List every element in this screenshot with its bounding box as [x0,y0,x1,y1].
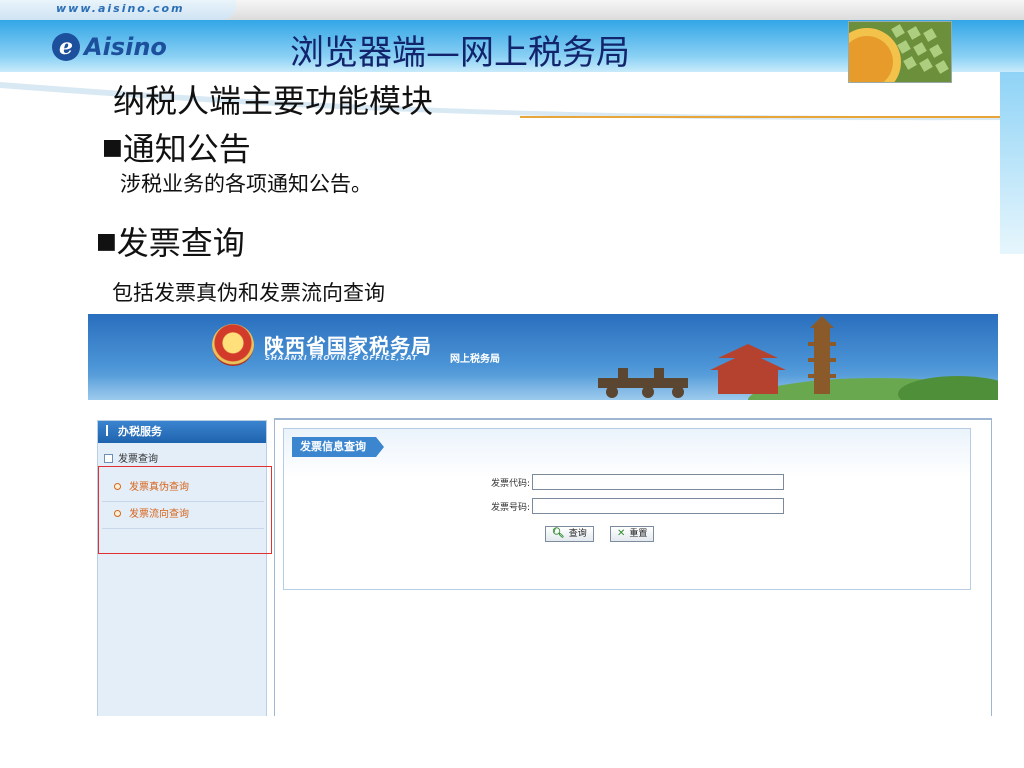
invoice-number-row: 发票号码: [474,497,784,515]
query-button[interactable]: 🔍︎ 查询 [545,526,594,542]
invoice-number-input[interactable] [532,498,784,514]
slide-subtitle: 纳税人端主要功能模块 [113,82,434,120]
site-url: www.aisino.com [56,2,185,15]
bullet-square-icon: ■ [96,229,117,254]
reset-button[interactable]: ✕ 重置 [610,526,655,542]
red-highlight-box [98,466,272,554]
sidebar: 办税服务 发票查询 发票真伪查询 发票流向查询 [97,420,267,716]
banner-landmarks-illustration [598,316,998,400]
bullet-heading-notices: ■通知公告 [102,130,251,168]
aisino-logo-text: Aisino [84,33,167,61]
collapse-box-icon [104,454,113,463]
bullet-text-invoice-query: 包括发票真伪和发票流向查询 [112,281,385,305]
invoice-code-input[interactable] [532,474,784,490]
national-emblem-icon [212,324,254,366]
invoice-number-label: 发票号码: [490,502,530,513]
close-x-icon: ✕ [617,528,626,539]
panel-title: 发票信息查询 [292,437,384,457]
aisino-logo-icon: e [52,33,80,61]
main-content-frame: 发票信息查询 发票代码: 发票号码: 🔍︎ 查询 ✕ 重置 [274,418,992,716]
search-icon: 🔍︎ [552,528,565,539]
app-banner: 陕西省国家税务局 SHAANXI PROVINCE OFFICE,SAT 网上税… [88,314,998,400]
aisino-logo: e Aisino [52,30,167,64]
bullet-text-notices: 涉税业务的各项通知公告。 [120,172,372,196]
slide-title: 浏览器端—网上税务局 [290,33,630,73]
sidebar-header: 办税服务 [98,421,266,443]
tax-bureau-app-screenshot: 陕西省国家税务局 SHAANXI PROVINCE OFFICE,SAT 网上税… [88,314,998,716]
bullet-square-icon: ■ [102,135,123,160]
invoice-code-label: 发票代码: [490,478,530,489]
bureau-english-name: SHAANXI PROVINCE OFFICE,SAT [265,354,418,362]
bullet-heading-invoice-query: ■发票查询 [96,224,245,262]
corner-keyboard-image [848,21,952,83]
invoice-query-panel: 发票信息查询 发票代码: 发票号码: 🔍︎ 查询 ✕ 重置 [283,428,971,590]
right-decor-band [1000,72,1024,254]
bureau-subtitle: 网上税务局 [450,354,500,365]
invoice-code-row: 发票代码: [474,473,784,491]
site-url-tab: www.aisino.com [0,0,236,20]
